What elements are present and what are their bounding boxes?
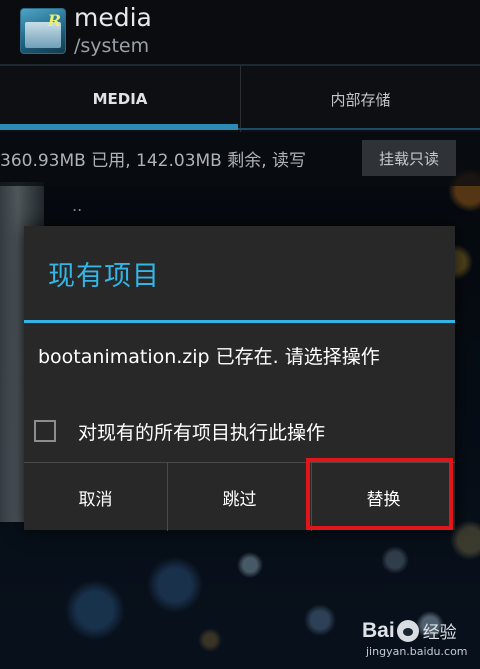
tab-selected-indicator bbox=[0, 124, 238, 130]
watermark-brand-cn: 经验 bbox=[422, 623, 457, 642]
apply-to-all-checkbox[interactable] bbox=[34, 420, 56, 442]
baidu-paw-icon bbox=[396, 619, 419, 642]
page-title: media bbox=[74, 3, 152, 32]
watermark-url: jingyan.baidu.com bbox=[366, 645, 468, 658]
root-badge-icon: R bbox=[47, 11, 61, 30]
dialog-message: bootanimation.zip 已存在. 请选择操作 bbox=[38, 346, 380, 368]
apply-to-all-row[interactable]: 对现有的所有项目执行此操作 bbox=[34, 414, 444, 448]
dialog-divider bbox=[24, 320, 455, 323]
storage-bar: 360.93MB 已用, 142.03MB 剩余, 读写 挂载只读 bbox=[0, 132, 480, 186]
storage-info: 360.93MB 已用, 142.03MB 剩余, 读写 bbox=[0, 151, 307, 171]
apply-to-all-label[interactable]: 对现有的所有项目执行此操作 bbox=[78, 418, 325, 445]
watermark-brand-text: Bai bbox=[362, 618, 395, 642]
baidu-jingyan-watermark: Bai 经验 jingyan.baidu.com bbox=[362, 618, 468, 659]
cancel-button[interactable]: 取消 bbox=[24, 463, 167, 531]
watermark-logo: Bai 经验 bbox=[362, 618, 468, 643]
mount-read-only-button[interactable]: 挂载只读 bbox=[362, 140, 456, 176]
replace-button[interactable]: 替换 bbox=[311, 463, 455, 531]
tab-media[interactable]: MEDIA bbox=[0, 66, 240, 132]
skip-button[interactable]: 跳过 bbox=[167, 463, 311, 531]
page-subtitle: /system bbox=[74, 35, 150, 57]
tab-bar: MEDIA 内部存储 bbox=[0, 64, 480, 132]
existing-item-dialog: 现有项目 bootanimation.zip 已存在. 请选择操作 对现有的所有… bbox=[24, 226, 455, 531]
app-icon[interactable]: R bbox=[20, 8, 66, 54]
action-bar: R media /system bbox=[0, 0, 480, 64]
dialog-button-bar: 取消 跳过 替换 bbox=[24, 462, 455, 531]
dialog-title: 现有项目 bbox=[48, 261, 160, 292]
tab-internal-storage[interactable]: 内部存储 bbox=[240, 66, 480, 132]
